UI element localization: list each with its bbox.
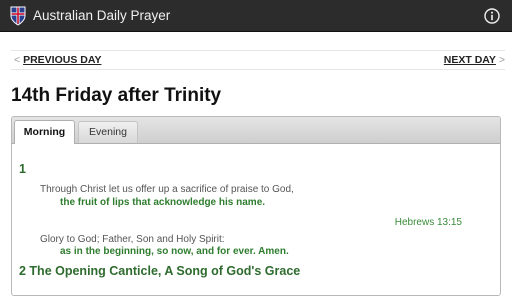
- verse-lead-line: Glory to God; Father, Son and Holy Spiri…: [40, 234, 225, 245]
- next-day-button[interactable]: NEXT DAY >: [444, 54, 505, 67]
- tab-morning[interactable]: Morning: [14, 120, 75, 144]
- tab-strip: Morning Evening: [12, 117, 500, 144]
- previous-day-label: PREVIOUS DAY: [23, 54, 102, 66]
- service-tab-panel: Morning Evening 1 Through Christ let us …: [11, 116, 501, 296]
- verse-response-line: the fruit of lips that acknowledge his n…: [60, 197, 266, 208]
- day-navigation: < PREVIOUS DAY NEXT DAY >: [11, 50, 505, 70]
- section-title: 2 The Opening Canticle, A Song of God's …: [19, 264, 301, 278]
- info-icon[interactable]: [484, 8, 500, 24]
- verse-lead-line: Through Christ let us offer up a sacrifi…: [40, 184, 294, 195]
- previous-day-button[interactable]: < PREVIOUS DAY: [14, 54, 101, 67]
- chevron-left-icon: <: [14, 54, 21, 66]
- chevron-right-icon: >: [498, 54, 505, 66]
- tab-evening[interactable]: Evening: [78, 121, 138, 143]
- page-title: 14th Friday after Trinity: [11, 85, 222, 106]
- next-day-label: NEXT DAY: [443, 54, 496, 66]
- app-bar: Australian Daily Prayer: [0, 0, 512, 32]
- verse-response-line: as in the beginning, so now, and for eve…: [60, 246, 289, 257]
- scripture-reference: Hebrews 13:15: [394, 217, 462, 228]
- section-number: 1: [19, 162, 26, 176]
- shield-cross-icon: [10, 6, 26, 26]
- app-title: Australian Daily Prayer: [33, 8, 171, 23]
